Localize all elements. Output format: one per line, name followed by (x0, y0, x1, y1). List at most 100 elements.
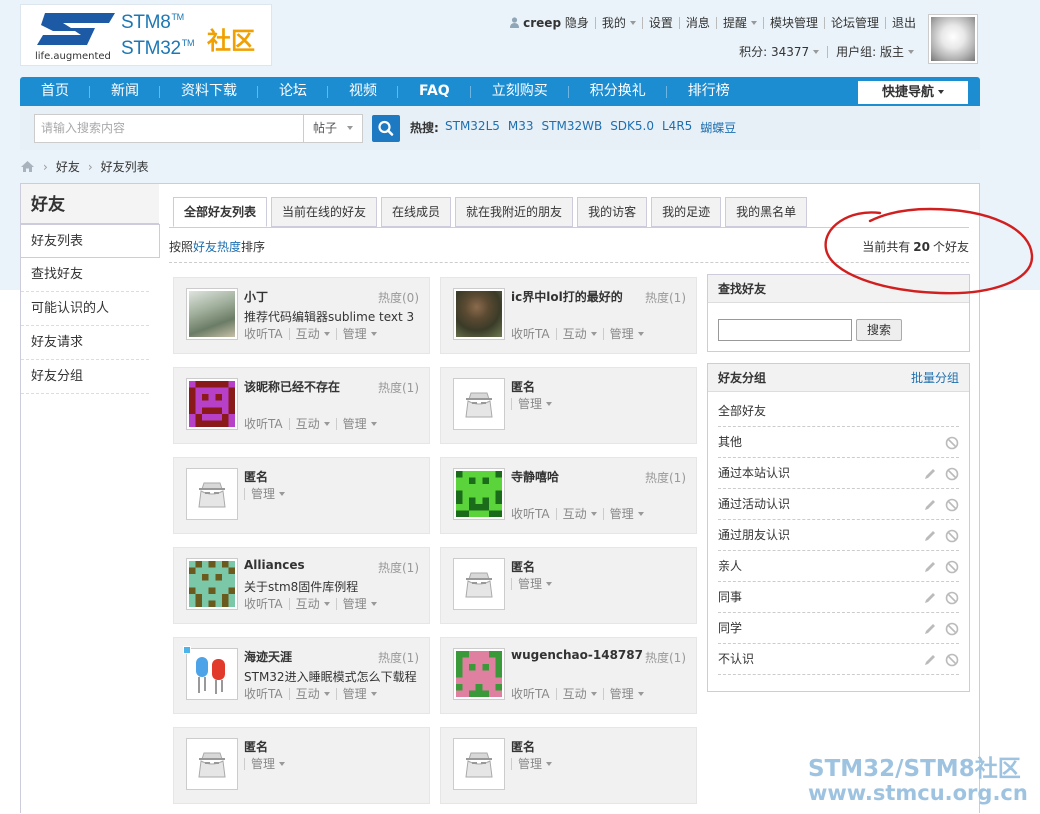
reminders-menu[interactable]: 提醒 (717, 17, 764, 29)
delete-icon[interactable] (945, 498, 959, 512)
sidebar-item-friend-requests[interactable]: 好友请求 (21, 326, 149, 360)
friend-name[interactable]: Alliances (244, 558, 305, 572)
edit-icon[interactable] (923, 622, 937, 636)
delete-icon[interactable] (945, 529, 959, 543)
manage-menu[interactable]: 管理 (602, 328, 650, 340)
listen-button[interactable]: 收听TA (244, 328, 289, 340)
friend-group-item[interactable]: 同事 (718, 582, 959, 613)
listen-button[interactable]: 收听TA (244, 598, 289, 610)
edit-icon[interactable] (923, 560, 937, 574)
friend-signature[interactable]: 关于stm8固件库例程 (244, 578, 422, 595)
tab-footprints[interactable]: 我的足迹 (651, 197, 722, 227)
edit-icon[interactable] (923, 498, 937, 512)
breadcrumb-friends[interactable]: 好友 (56, 158, 80, 175)
nav-faq[interactable]: FAQ (398, 77, 471, 106)
hot-link[interactable]: L4R5 (662, 119, 692, 136)
logout-link[interactable]: 退出 (886, 17, 922, 29)
friend-name[interactable]: 寺静嘻哈 (511, 468, 559, 485)
listen-button[interactable]: 收听TA (511, 688, 556, 700)
friend-avatar[interactable] (186, 378, 238, 430)
friend-name[interactable]: 匿名 (511, 738, 535, 755)
home-icon[interactable] (20, 160, 35, 173)
module-manage-link[interactable]: 模块管理 (764, 17, 825, 29)
delete-icon[interactable] (945, 653, 959, 667)
friend-signature[interactable]: STM32进入睡眠模式怎么下载程 (244, 668, 422, 685)
edit-icon[interactable] (923, 467, 937, 481)
interact-menu[interactable]: 互动 (288, 598, 336, 610)
tab-online-members[interactable]: 在线成员 (381, 197, 452, 227)
delete-icon[interactable] (945, 560, 959, 574)
friend-group-item[interactable]: 通过本站认识 (718, 458, 959, 489)
friend-avatar[interactable] (453, 738, 505, 790)
friend-avatar[interactable] (453, 648, 505, 700)
manage-menu[interactable]: 管理 (511, 578, 558, 590)
friend-avatar[interactable] (453, 468, 505, 520)
edit-icon[interactable] (923, 653, 937, 667)
manage-menu[interactable]: 管理 (335, 688, 383, 700)
batch-group-link[interactable]: 批量分组 (911, 364, 959, 392)
search-input[interactable]: 请输入搜索内容 (34, 114, 304, 143)
friend-avatar[interactable] (186, 648, 238, 700)
interact-menu[interactable]: 互动 (288, 688, 336, 700)
friend-avatar[interactable] (186, 288, 238, 340)
hot-link[interactable]: 蝴蝶豆 (700, 119, 736, 136)
listen-button[interactable]: 收听TA (511, 328, 556, 340)
find-friend-input[interactable] (718, 319, 852, 341)
sidebar-item-friend-groups[interactable]: 好友分组 (21, 360, 149, 394)
tab-online-friends[interactable]: 当前在线的好友 (271, 197, 378, 227)
edit-icon[interactable] (923, 529, 937, 543)
points-menu[interactable]: 积分: 34377 (731, 46, 829, 58)
hot-link[interactable]: STM32L5 (445, 119, 500, 136)
usergroup-menu[interactable]: 用户组: 版主 (828, 46, 922, 58)
manage-menu[interactable]: 管理 (244, 488, 291, 500)
forum-manage-link[interactable]: 论坛管理 (825, 17, 886, 29)
delete-icon[interactable] (945, 467, 959, 481)
nav-ranking[interactable]: 排行榜 (667, 77, 751, 106)
manage-menu[interactable]: 管理 (244, 758, 291, 770)
friend-name[interactable]: 匿名 (244, 738, 268, 755)
friend-name[interactable]: 匿名 (511, 558, 535, 575)
tab-visitors[interactable]: 我的访客 (577, 197, 648, 227)
messages-link[interactable]: 消息 (680, 17, 717, 29)
tab-blacklist[interactable]: 我的黑名单 (725, 197, 808, 227)
friend-group-item[interactable]: 不认识 (718, 644, 959, 675)
nav-news[interactable]: 新闻 (90, 77, 160, 106)
friend-signature[interactable]: 推荐代码编辑器sublime text 3 (244, 308, 422, 325)
manage-menu[interactable]: 管理 (602, 508, 650, 520)
manage-menu[interactable]: 管理 (511, 758, 558, 770)
delete-icon[interactable] (945, 591, 959, 605)
manage-menu[interactable]: 管理 (335, 418, 383, 430)
friend-avatar[interactable] (186, 738, 238, 790)
manage-menu[interactable]: 管理 (602, 688, 650, 700)
friend-avatar[interactable] (453, 378, 505, 430)
sidebar-item-friend-list[interactable]: 好友列表 (21, 224, 160, 258)
sidebar-item-may-know[interactable]: 可能认识的人 (21, 292, 149, 326)
delete-icon[interactable] (945, 436, 959, 450)
quick-nav-button[interactable]: 快捷导航 (858, 81, 968, 104)
interact-menu[interactable]: 互动 (555, 328, 603, 340)
interact-menu[interactable]: 互动 (555, 508, 603, 520)
friend-group-item[interactable]: 通过朋友认识 (718, 520, 959, 551)
sidebar-item-find-friends[interactable]: 查找好友 (21, 258, 149, 292)
user-name-link[interactable]: creep 隐身 (504, 17, 596, 29)
listen-button[interactable]: 收听TA (511, 508, 556, 520)
friend-group-item[interactable]: 其他 (718, 427, 959, 458)
sort-key-link[interactable]: 好友热度 (193, 240, 241, 254)
nav-buy[interactable]: 立刻购买 (471, 77, 569, 106)
manage-menu[interactable]: 管理 (335, 328, 383, 340)
friend-name[interactable]: 该昵称已经不存在 (244, 378, 340, 395)
friend-avatar[interactable] (453, 558, 505, 610)
breadcrumb-friend-list[interactable]: 好友列表 (101, 158, 149, 175)
hot-link[interactable]: M33 (508, 119, 534, 136)
friend-group-item[interactable]: 全部好友 (718, 396, 959, 427)
delete-icon[interactable] (945, 622, 959, 636)
interact-menu[interactable]: 互动 (555, 688, 603, 700)
settings-link[interactable]: 设置 (643, 17, 680, 29)
friend-group-item[interactable]: 同学 (718, 613, 959, 644)
friend-group-item[interactable]: 亲人 (718, 551, 959, 582)
nav-video[interactable]: 视频 (328, 77, 398, 106)
friend-avatar[interactable] (186, 558, 238, 610)
friend-name[interactable]: wugenchao-148787 (511, 648, 643, 662)
manage-menu[interactable]: 管理 (511, 398, 558, 410)
find-friend-button[interactable]: 搜索 (856, 319, 902, 341)
